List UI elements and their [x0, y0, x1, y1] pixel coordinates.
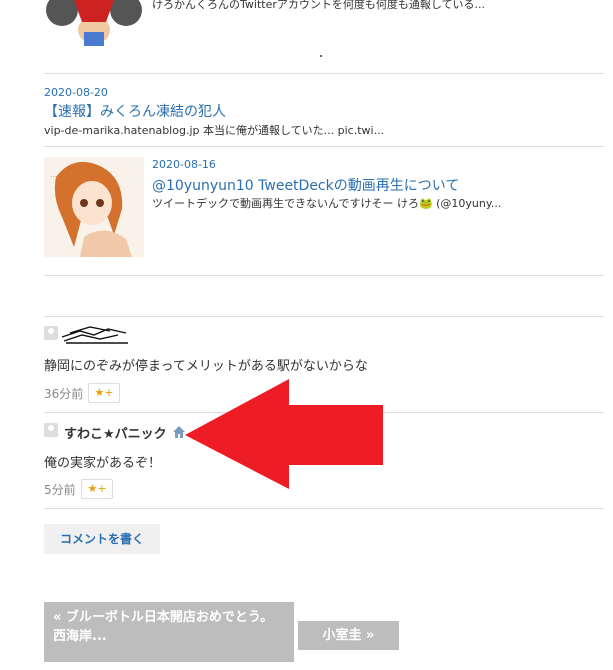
divider	[44, 275, 604, 276]
add-star-button[interactable]: ★+	[81, 479, 113, 499]
comment-text: 俺の実家があるぞ！	[44, 456, 162, 471]
divider	[44, 316, 604, 317]
entry-title-link[interactable]: @10yunyun10 TweetDeckの動画再生について	[152, 175, 459, 195]
next-entry-link[interactable]: 小室圭 »	[298, 621, 399, 650]
entry-date: 2020-08-16	[152, 158, 216, 171]
add-star-button[interactable]: ★+	[88, 383, 120, 403]
entry-date: 2020-08-20	[44, 86, 108, 99]
author-scribble	[60, 323, 130, 345]
entry-thumbnail-1[interactable]	[44, 0, 144, 50]
divider	[44, 146, 604, 147]
entry-thumbnail-2[interactable]: …	[44, 157, 144, 257]
avatar	[44, 423, 58, 437]
stray-dot	[320, 55, 322, 57]
comment-author[interactable]: すわこ★パニック	[64, 423, 167, 442]
divider	[44, 508, 604, 509]
prev-entry-link[interactable]: « ブルーボトル日本開店おめでとう。西海岸...	[44, 602, 294, 662]
entry-title-link[interactable]: 【速報】みくろん凍結の犯人	[44, 101, 226, 121]
comment-time: 36分前	[44, 387, 84, 401]
avatar	[44, 326, 58, 340]
entry-snippet-top: けろかんくろんのTwitterアカウントを何度も何度も通報している...	[152, 0, 486, 11]
comment-time: 5分前	[44, 483, 76, 497]
svg-text:…: …	[50, 171, 57, 179]
entry-snippet: vip-de-marika.hatenablog.jp 本当に俺が通報していた.…	[44, 124, 385, 137]
entry-snippet: ツイートデックで動画再生できないんですけそー けろ🐸 (@10yuny...	[152, 197, 502, 210]
divider	[44, 73, 604, 74]
write-comment-button[interactable]: コメントを書く	[44, 524, 160, 554]
comment-text: 静岡にのぞみが停まってメリットがある駅がないからな	[44, 359, 368, 374]
red-arrow-annotation	[183, 377, 385, 491]
